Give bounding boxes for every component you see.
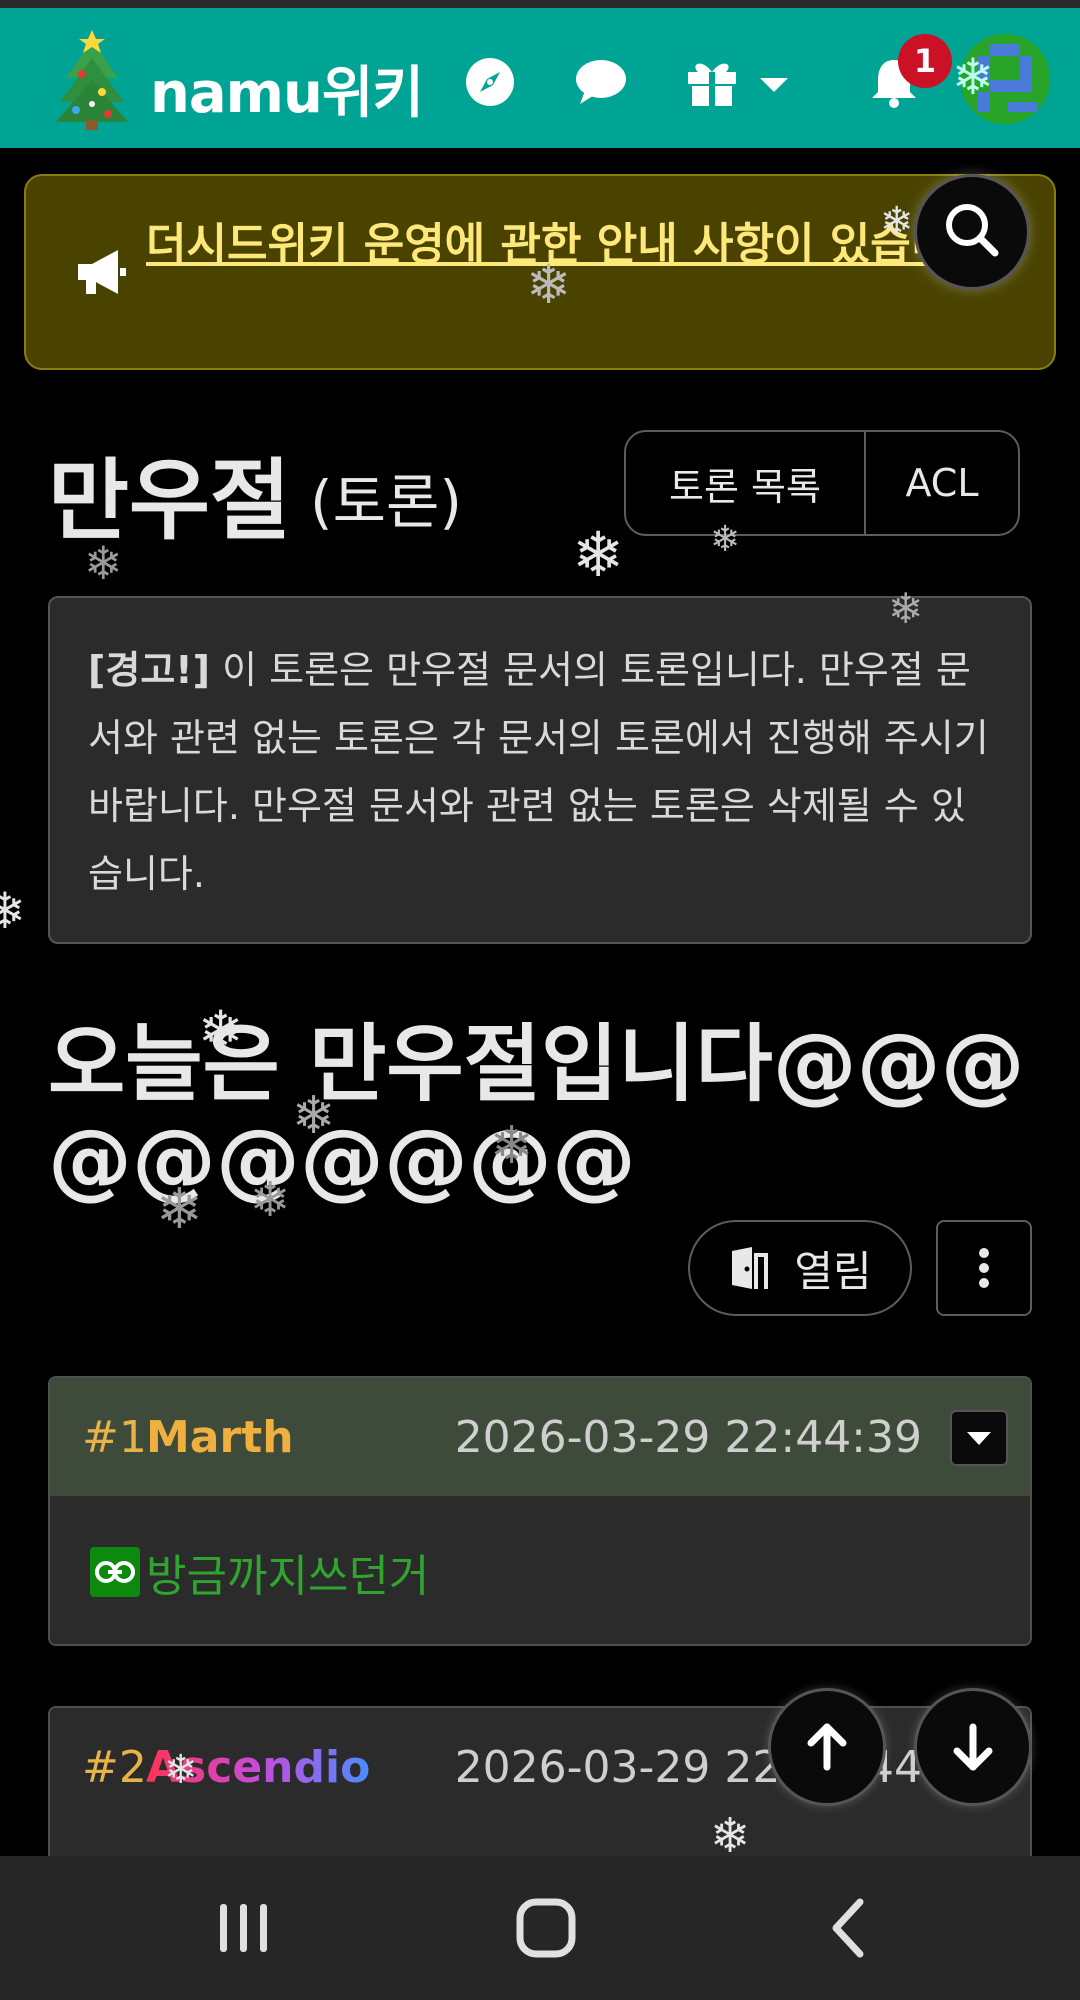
comment-number: #2 <box>82 1742 147 1793</box>
acl-button[interactable]: ACL <box>866 432 1018 534</box>
chat-bubble-icon[interactable] <box>572 54 628 110</box>
system-navigation-bar <box>0 1856 1080 2000</box>
comment-menu-button[interactable] <box>950 1410 1008 1466</box>
discussion-warning-box: [경고!] 이 토론은 만우절 문서의 토론입니다. 만우절 문서와 관련 없는… <box>48 596 1032 944</box>
page-title-suffix: (토론) <box>310 468 462 536</box>
comment-number: #1 <box>82 1412 147 1463</box>
notice-link[interactable]: 더시드위키 운영에 관한 안내 사항이 있습니다. <box>146 206 1036 284</box>
user-avatar[interactable] <box>960 34 1050 124</box>
comment-item: #1 Marth 2026-03-29 22:44:39 방금까지쓰던거 <box>48 1376 1032 1646</box>
back-icon[interactable] <box>808 1896 888 1960</box>
comment-header: #2 Ascendio 2026-03-29 22:54:44 <box>50 1708 1030 1826</box>
arrow-up-icon <box>807 1723 847 1771</box>
comment-header: #1 Marth 2026-03-29 22:44:39 <box>50 1378 1030 1496</box>
thread-title: 오늘은 만우절입니다@@@@@@@@@@ <box>48 1015 1025 1209</box>
comment-author[interactable]: Ascendio <box>146 1742 370 1793</box>
scroll-to-top-button[interactable] <box>768 1688 886 1806</box>
gift-icon[interactable] <box>684 54 740 110</box>
comment-timestamp: 2026-03-29 22:44:39 <box>454 1412 922 1463</box>
arrow-down-icon <box>953 1723 993 1771</box>
discussion-button-group: 토론 목록 ACL <box>624 430 1020 536</box>
thread-status-button[interactable]: 열림 <box>688 1220 912 1316</box>
warning-text: 이 토론은 만우절 문서의 토론입니다. 만우절 문서와 관련 없는 토론은 각… <box>88 648 989 896</box>
site-notice-banner: 더시드위키 운영에 관한 안내 사항이 있습니다. <box>24 174 1056 370</box>
status-bar <box>0 0 1080 8</box>
open-door-icon <box>732 1247 769 1289</box>
top-navbar: namu위키 1 <box>0 8 1080 148</box>
comment-link[interactable]: 방금까지쓰던거 <box>90 1540 429 1604</box>
search-button[interactable] <box>914 174 1030 290</box>
comment-body: 방금까지쓰던거 <box>50 1496 1030 1644</box>
comment-link-text: 방금까지쓰던거 <box>146 1551 430 1602</box>
thread-more-button[interactable] <box>936 1220 1032 1316</box>
recent-apps-icon[interactable] <box>204 1896 284 1960</box>
comment-author[interactable]: Marth <box>146 1412 294 1463</box>
warning-label: [경고!] <box>88 648 210 692</box>
christmas-tree-icon[interactable] <box>52 30 132 130</box>
home-icon[interactable] <box>506 1896 586 1960</box>
megaphone-icon <box>78 250 126 294</box>
caret-down-icon <box>967 1432 991 1445</box>
site-logo-text[interactable]: namu위키 <box>150 48 424 129</box>
page-title: 만우절 <box>48 449 291 552</box>
snowflake-icon: ❄ <box>572 518 624 591</box>
vertical-ellipsis-icon <box>979 1248 989 1288</box>
comment-item: #2 Ascendio 2026-03-29 22:54:44 <box>48 1706 1032 1866</box>
snowflake-icon: ❄ <box>0 882 26 940</box>
notification-count-badge: 1 <box>898 34 952 88</box>
link-icon <box>90 1547 140 1597</box>
discussion-list-button[interactable]: 토론 목록 <box>626 432 866 534</box>
thread-status-label: 열림 <box>794 1246 872 1296</box>
search-icon <box>946 204 999 257</box>
scroll-to-bottom-button[interactable] <box>914 1688 1032 1806</box>
compass-icon[interactable] <box>462 54 518 110</box>
caret-down-icon[interactable] <box>754 54 794 110</box>
